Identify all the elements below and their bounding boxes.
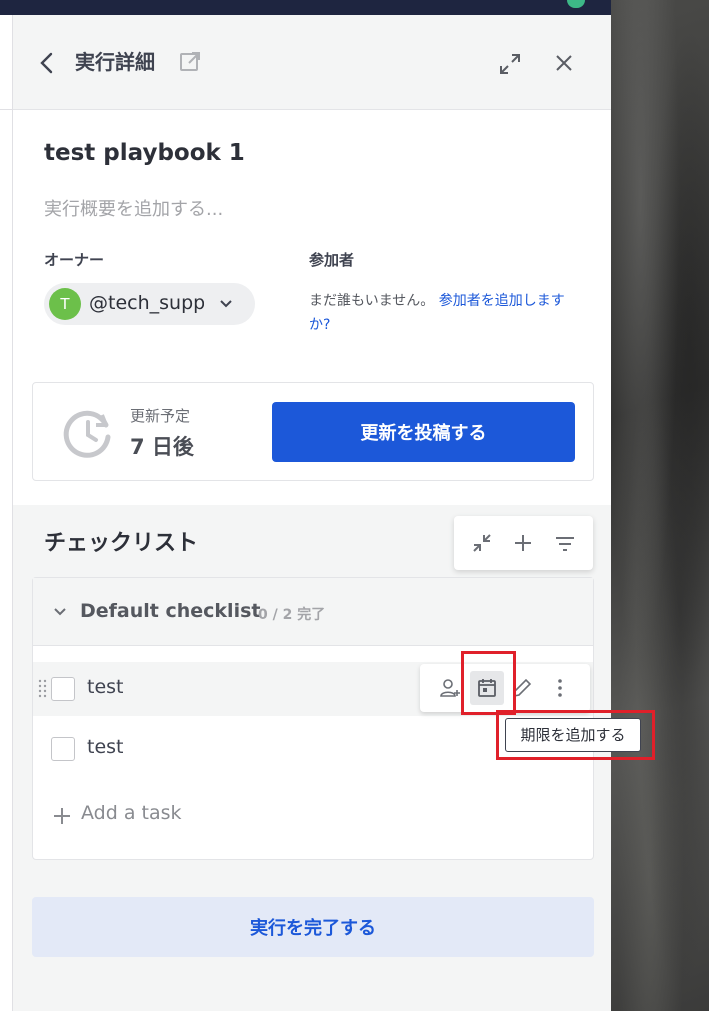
- left-strip: [0, 15, 13, 1011]
- task-label: test: [87, 736, 124, 758]
- plus-icon[interactable]: [511, 531, 535, 555]
- finish-run-button[interactable]: 実行を完了する: [32, 897, 594, 957]
- checklist-header[interactable]: Default checklist 0 / 2 完了: [33, 578, 593, 646]
- clock-icon: [62, 407, 114, 459]
- assign-user-icon[interactable]: [438, 676, 462, 700]
- chevron-down-icon: [219, 298, 233, 310]
- checklist-progress: 0 / 2 完了: [258, 607, 326, 623]
- task-checkbox[interactable]: [51, 737, 75, 761]
- task-label: test: [87, 676, 124, 698]
- task-checkbox[interactable]: [51, 677, 75, 701]
- drag-handle-icon[interactable]: [38, 679, 48, 699]
- chevron-left-icon[interactable]: [37, 51, 57, 75]
- update-card: 更新予定 7 日後 更新を投稿する: [32, 382, 594, 481]
- more-vertical-icon[interactable]: [548, 676, 572, 700]
- run-title: test playbook 1: [44, 140, 245, 166]
- highlight-box-tooltip: [496, 710, 655, 760]
- status-indicator: [567, 0, 585, 8]
- owner-name: @tech_support: [89, 292, 204, 314]
- checklist-toolbar: [454, 516, 593, 570]
- checklist-name: Default checklist: [80, 600, 261, 622]
- expand-icon[interactable]: [499, 53, 521, 75]
- plus-icon: [53, 807, 71, 825]
- avatar: T: [49, 288, 81, 320]
- desktop-background: [611, 0, 709, 1011]
- panel-title: 実行詳細: [75, 50, 155, 74]
- run-details-panel: 実行詳細 test playbook 1 実行概要を追加する... オーナー 参…: [13, 15, 611, 1011]
- owner-label: オーナー: [44, 251, 105, 269]
- chevron-down-icon: [53, 607, 67, 617]
- update-due-label: 更新予定: [130, 407, 191, 425]
- participants-empty: まだ誰もいません。 参加者を追加しますか?: [309, 293, 565, 333]
- top-bar: [0, 0, 611, 15]
- close-icon[interactable]: [554, 53, 574, 73]
- open-external-icon[interactable]: [179, 51, 201, 73]
- filter-icon[interactable]: [553, 531, 577, 555]
- participants-label: 参加者: [309, 251, 355, 269]
- owner-selector[interactable]: T @tech_support: [44, 283, 255, 325]
- run-summary-input[interactable]: 実行概要を追加する...: [44, 195, 223, 221]
- update-due-value: 7 日後: [130, 435, 194, 459]
- panel-header: 実行詳細: [13, 15, 611, 110]
- post-update-button[interactable]: 更新を投稿する: [272, 402, 575, 462]
- highlight-box-calendar: [461, 651, 516, 715]
- checklist-title: チェックリスト: [44, 531, 199, 556]
- collapse-icon[interactable]: [470, 531, 494, 555]
